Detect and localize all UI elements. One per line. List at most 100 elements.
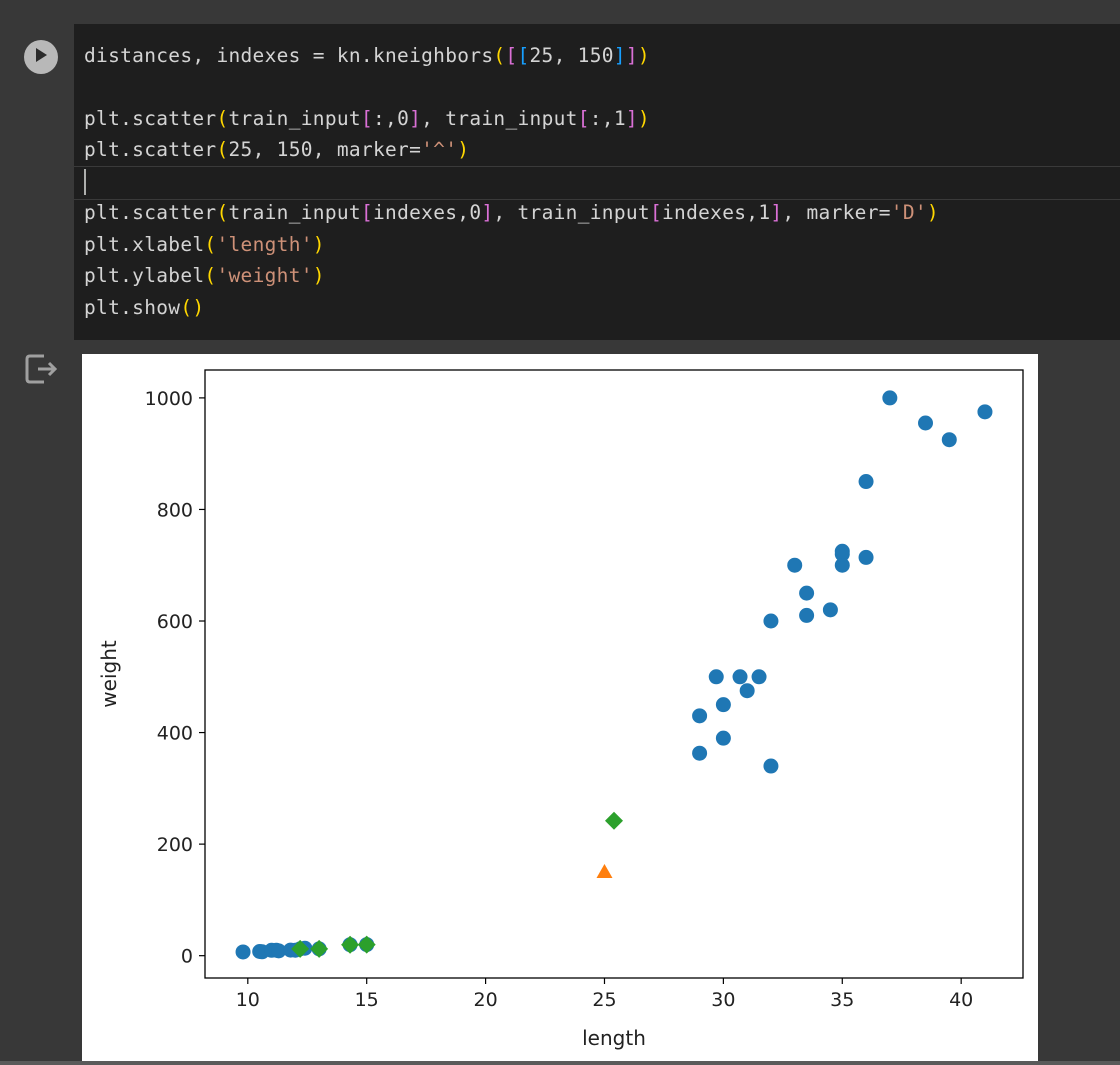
data-point bbox=[751, 669, 767, 685]
code-token: [ bbox=[360, 201, 373, 224]
x-axis-label: length bbox=[582, 1026, 646, 1050]
code-token: plt.show bbox=[84, 296, 181, 319]
data-point bbox=[822, 602, 838, 618]
data-point bbox=[858, 474, 874, 490]
code-token: [ bbox=[517, 44, 530, 67]
code-token: plt.ylabel bbox=[84, 264, 205, 287]
y-tick-label: 1000 bbox=[145, 388, 193, 410]
code-token: ] bbox=[481, 201, 494, 224]
code-line: distances, indexes = kn.kneighbors([[25,… bbox=[84, 42, 650, 70]
code-token: ] bbox=[409, 107, 422, 130]
code-token: , train_input bbox=[493, 201, 650, 224]
data-point bbox=[692, 708, 708, 724]
code-token: '^' bbox=[421, 138, 458, 161]
x-tick-label: 40 bbox=[949, 989, 973, 1011]
code-token: ) bbox=[312, 264, 325, 287]
code-token: distances, indexes = kn.kneighbors bbox=[84, 44, 494, 67]
data-point bbox=[918, 415, 934, 431]
code-token: 25, 150, marker= bbox=[228, 138, 422, 161]
bottom-scroll-edge bbox=[0, 1061, 1120, 1065]
cell-output: 10 15 20 25 30 35 40 0 200 400 600 800 1000 length wei… bbox=[0, 340, 1120, 1065]
code-token: ( bbox=[204, 233, 217, 256]
data-point bbox=[692, 745, 708, 761]
data-point bbox=[708, 669, 724, 685]
run-cell-button[interactable] bbox=[24, 40, 58, 74]
y-axis-label: weight bbox=[97, 640, 121, 708]
code-token: ] bbox=[625, 44, 638, 67]
code-line: plt.scatter(train_input[:,0], train_inpu… bbox=[84, 105, 650, 133]
y-tick-label: 400 bbox=[157, 723, 193, 745]
cell-gutter bbox=[8, 24, 74, 340]
code-token: :,0 bbox=[373, 107, 410, 130]
play-circle-icon bbox=[34, 47, 48, 67]
data-point bbox=[882, 390, 898, 406]
data-point bbox=[732, 669, 748, 685]
text-cursor bbox=[84, 169, 86, 195]
y-tick-label: 200 bbox=[157, 834, 193, 856]
code-token: 25, 150 bbox=[529, 44, 614, 67]
data-point bbox=[715, 697, 731, 713]
code-token: plt.scatter bbox=[84, 107, 217, 130]
notebook-top-bar bbox=[0, 0, 1120, 24]
x-tick-label: 15 bbox=[355, 989, 379, 1011]
code-line: plt.scatter(train_input[indexes,0], trai… bbox=[84, 199, 939, 227]
code-editor[interactable]: distances, indexes = kn.kneighbors([[25,… bbox=[74, 24, 1120, 340]
y-tick-label: 600 bbox=[157, 611, 193, 633]
code-line: plt.ylabel('weight') bbox=[84, 262, 325, 290]
code-token: , marker= bbox=[782, 201, 891, 224]
code-cell[interactable]: distances, indexes = kn.kneighbors([[25,… bbox=[8, 24, 1120, 340]
neighbor-point bbox=[357, 935, 376, 954]
data-point bbox=[799, 585, 815, 601]
code-token: ] bbox=[625, 107, 638, 130]
scatter-plot: 10 15 20 25 30 35 4002004006008001000lengthwei… bbox=[97, 369, 1024, 1050]
code-token: ( bbox=[204, 264, 217, 287]
code-token: [ bbox=[505, 44, 518, 67]
code-token: 'length' bbox=[216, 233, 313, 256]
code-token: indexes,1 bbox=[662, 201, 771, 224]
code-token: :,1 bbox=[589, 107, 626, 130]
data-point bbox=[941, 432, 957, 448]
code-token: ) bbox=[637, 44, 650, 67]
data-point bbox=[235, 944, 251, 960]
y-tick-label: 800 bbox=[157, 499, 193, 521]
neighbor-point bbox=[341, 935, 360, 954]
code-token: 'D' bbox=[890, 201, 927, 224]
neighbor-point bbox=[605, 811, 623, 830]
code-line: plt.xlabel('length') bbox=[84, 231, 325, 259]
code-token: plt.xlabel bbox=[84, 233, 205, 256]
neighbor-point bbox=[310, 939, 329, 958]
code-token: plt.scatter bbox=[84, 138, 217, 161]
code-token: ] bbox=[770, 201, 783, 224]
data-point bbox=[834, 543, 850, 559]
code-token: ( bbox=[216, 201, 229, 224]
code-token: 'weight' bbox=[216, 264, 313, 287]
x-tick-label: 20 bbox=[473, 989, 497, 1011]
code-token: ) bbox=[926, 201, 939, 224]
data-point bbox=[858, 549, 874, 565]
code-token: [ bbox=[649, 201, 662, 224]
data-point bbox=[715, 730, 731, 746]
code-token: , train_input bbox=[421, 107, 578, 130]
x-tick-label: 35 bbox=[830, 989, 854, 1011]
x-tick-label: 25 bbox=[592, 989, 616, 1011]
code-token: ) bbox=[312, 233, 325, 256]
code-token: train_input bbox=[228, 107, 361, 130]
code-token: ) bbox=[192, 296, 205, 319]
code-token: ] bbox=[613, 44, 626, 67]
data-point bbox=[799, 607, 815, 623]
x-tick-label: 30 bbox=[711, 989, 735, 1011]
code-token: ( bbox=[180, 296, 193, 319]
data-point bbox=[787, 557, 803, 573]
data-point bbox=[763, 758, 779, 774]
y-tick-label: 0 bbox=[181, 946, 193, 968]
code-token: [ bbox=[360, 107, 373, 130]
code-token: [ bbox=[577, 107, 590, 130]
code-line: plt.show() bbox=[84, 294, 204, 322]
output-exit-icon[interactable] bbox=[24, 352, 60, 390]
code-token: indexes,0 bbox=[373, 201, 482, 224]
code-token: ( bbox=[216, 107, 229, 130]
x-tick-label: 10 bbox=[236, 989, 260, 1011]
data-point bbox=[739, 683, 755, 699]
data-point bbox=[977, 404, 993, 420]
code-token: ) bbox=[457, 138, 470, 161]
